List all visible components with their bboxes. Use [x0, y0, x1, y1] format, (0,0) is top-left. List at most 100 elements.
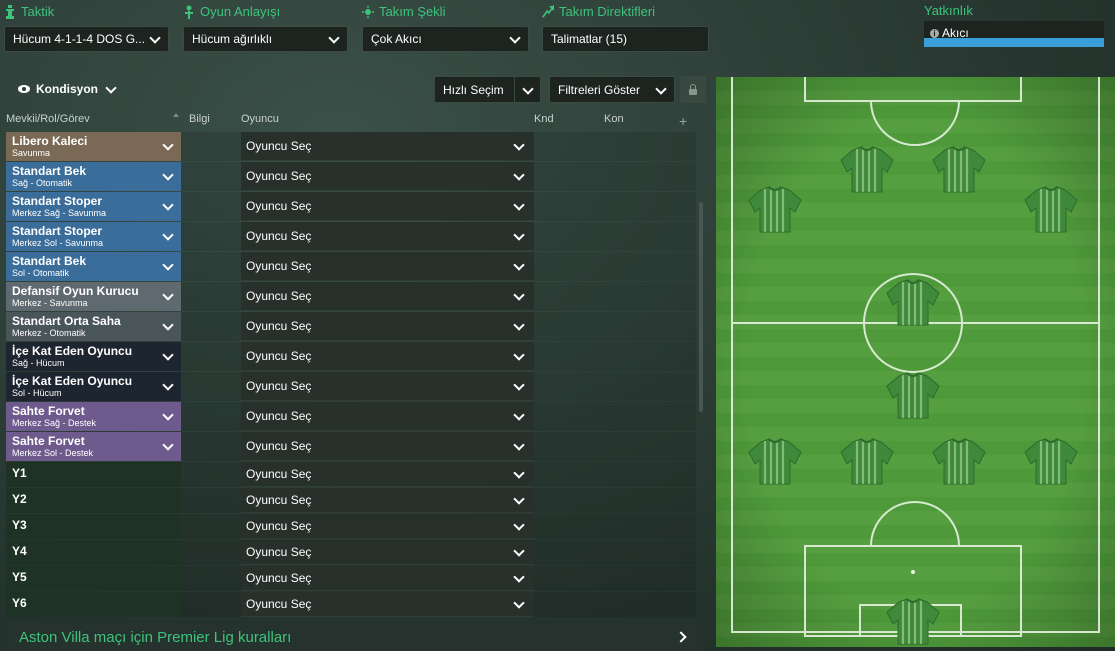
- condition-cells: [534, 592, 696, 617]
- chevron-down-icon: [514, 381, 524, 391]
- instructions-label: Takım Direktifleri: [542, 3, 709, 20]
- chevron-down-icon: [163, 231, 173, 241]
- player-select-dropdown[interactable]: Oyuncu Seç: [241, 132, 534, 161]
- condition-cells: [534, 192, 696, 221]
- quick-pick-menu[interactable]: [514, 77, 540, 102]
- chevron-down-icon: [514, 201, 524, 211]
- tactic-dropdown[interactable]: Hücum 4-1-1-4 DOS G...: [4, 26, 169, 52]
- col-info[interactable]: Bilgi: [189, 113, 210, 125]
- chevron-down-icon: [514, 599, 524, 609]
- player-select-dropdown[interactable]: Oyuncu Seç: [241, 592, 534, 617]
- role-selector[interactable]: Standart Stoper Merkez Sağ - Savunma: [6, 192, 181, 221]
- chevron-down-icon: [163, 441, 173, 451]
- competition-rules-bar[interactable]: Aston Villa maçı için Premier Lig kurall…: [6, 620, 703, 651]
- chevron-down-icon: [514, 441, 524, 451]
- substitute-slot-label: Y3: [6, 514, 181, 539]
- chevron-down-icon: [656, 85, 666, 95]
- role-selector[interactable]: Standart Stoper Merkez Sol - Savunma: [6, 222, 181, 251]
- info-cell: [181, 282, 241, 311]
- player-select-dropdown[interactable]: Oyuncu Seç: [241, 162, 534, 191]
- player-select-dropdown[interactable]: Oyuncu Seç: [241, 312, 534, 341]
- info-cell: [181, 252, 241, 281]
- condition-view-dropdown[interactable]: Kondisyon: [18, 82, 116, 96]
- chevron-down-icon: [163, 321, 173, 331]
- col-player[interactable]: Oyuncu: [241, 113, 279, 125]
- role-duty: Merkez Sol - Savunma: [12, 238, 104, 248]
- role-duty: Sağ - Hücum: [12, 358, 65, 368]
- player-select-dropdown[interactable]: Oyuncu Seç: [241, 462, 534, 487]
- player-select-dropdown[interactable]: Oyuncu Seç: [241, 402, 534, 431]
- chevron-down-icon: [163, 291, 173, 301]
- chevron-down-icon: [514, 291, 524, 301]
- role-name: Standart Stoper: [12, 194, 103, 208]
- condition-cells: [534, 514, 696, 539]
- role-name: Standart Orta Saha: [12, 314, 121, 328]
- chevron-down-icon: [514, 547, 524, 557]
- team-instructions-button[interactable]: Talimatlar (15): [542, 26, 709, 52]
- quick-pick-button[interactable]: Hızlı Seçim: [434, 76, 541, 103]
- player-select-dropdown[interactable]: Oyuncu Seç: [241, 282, 534, 311]
- position-row: Standart Stoper Merkez Sol - Savunma Oyunc…: [6, 222, 696, 252]
- mentality-icon: [183, 5, 195, 19]
- chevron-down-icon: [329, 34, 339, 44]
- condition-cells: [534, 222, 696, 251]
- lock-icon: [689, 83, 697, 95]
- chevron-down-icon: [514, 171, 524, 181]
- role-selector[interactable]: Standart Bek Sağ - Otomatik: [6, 162, 181, 191]
- team-shape-label: Takım Şekli: [362, 3, 529, 20]
- info-cell: [181, 488, 241, 513]
- role-name: Defansif Oyun Kurucu: [12, 284, 139, 298]
- column-headers: Mevkii/Rol/Görev Bilgi Oyuncu Knd Kon +: [0, 110, 700, 130]
- player-select-dropdown[interactable]: Oyuncu Seç: [241, 540, 534, 565]
- show-filters-button[interactable]: Filtreleri Göster: [549, 76, 675, 103]
- player-select-dropdown[interactable]: Oyuncu Seç: [241, 192, 534, 221]
- info-icon[interactable]: i: [930, 28, 939, 38]
- chevron-down-icon: [163, 351, 173, 361]
- info-cell: [181, 312, 241, 341]
- player-select-dropdown[interactable]: Oyuncu Seç: [241, 432, 534, 461]
- info-cell: [181, 162, 241, 191]
- mentality-dropdown[interactable]: Hücum ağırlıklı: [183, 26, 348, 52]
- player-select-dropdown[interactable]: Oyuncu Seç: [241, 372, 534, 401]
- role-selector[interactable]: Defansif Oyun Kurucu Merkez - Savunma: [6, 282, 181, 311]
- substitute-slot-label: Y2: [6, 488, 181, 513]
- scrollbar[interactable]: [699, 202, 703, 412]
- role-selector[interactable]: İçe Kat Eden Oyuncu Sol - Hücum: [6, 372, 181, 401]
- condition-cells: [534, 312, 696, 341]
- col-fitness[interactable]: Kon: [604, 113, 624, 125]
- player-select-dropdown[interactable]: Oyuncu Seç: [241, 252, 534, 281]
- role-selector[interactable]: Sahte Forvet Merkez Sol - Destek: [6, 432, 181, 461]
- add-column-icon[interactable]: +: [679, 113, 687, 129]
- chevron-down-icon: [514, 521, 524, 531]
- info-cell: [181, 462, 241, 487]
- col-position[interactable]: Mevkii/Rol/Görev: [6, 113, 90, 125]
- lock-button[interactable]: [680, 76, 706, 103]
- player-select-dropdown[interactable]: Oyuncu Seç: [241, 514, 534, 539]
- player-select-dropdown[interactable]: Oyuncu Seç: [241, 222, 534, 251]
- team-shape-group: Takım Şekli Çok Akıcı: [362, 3, 529, 52]
- mentality-label: Oyun Anlayışı: [183, 3, 348, 20]
- role-selector[interactable]: İçe Kat Eden Oyuncu Sağ - Hücum: [6, 342, 181, 371]
- instructions-icon: [542, 4, 554, 19]
- role-name: Sahte Forvet: [12, 404, 85, 418]
- role-selector[interactable]: Standart Bek Sol - Otomatik: [6, 252, 181, 281]
- role-selector[interactable]: Sahte Forvet Merkez Sağ - Destek: [6, 402, 181, 431]
- player-select-dropdown[interactable]: Oyuncu Seç: [241, 566, 534, 591]
- chevron-down-icon: [514, 573, 524, 583]
- player-select-dropdown[interactable]: Oyuncu Seç: [241, 488, 534, 513]
- team-shape-dropdown[interactable]: Çok Akıcı: [362, 26, 529, 52]
- role-selector[interactable]: Standart Orta Saha Merkez - Otomatik: [6, 312, 181, 341]
- condition-cells: [534, 488, 696, 513]
- condition-cells: [534, 342, 696, 371]
- position-row: Standart Bek Sol - Otomatik Oyuncu Seç: [6, 252, 696, 282]
- player-select-dropdown[interactable]: Oyuncu Seç: [241, 342, 534, 371]
- fluidity-group: Yatkınlık i Akıcı: [924, 3, 1104, 47]
- col-condition[interactable]: Knd: [534, 113, 554, 125]
- info-cell: [181, 132, 241, 161]
- chevron-down-icon: [514, 231, 524, 241]
- chevron-down-icon: [163, 141, 173, 151]
- substitute-row: Y6 Oyuncu Seç: [6, 592, 696, 618]
- substitute-row: Y2 Oyuncu Seç: [6, 488, 696, 514]
- role-selector[interactable]: Libero Kaleci Savunma: [6, 132, 181, 161]
- position-row: İçe Kat Eden Oyuncu Sol - Hücum Oyuncu Seç: [6, 372, 696, 402]
